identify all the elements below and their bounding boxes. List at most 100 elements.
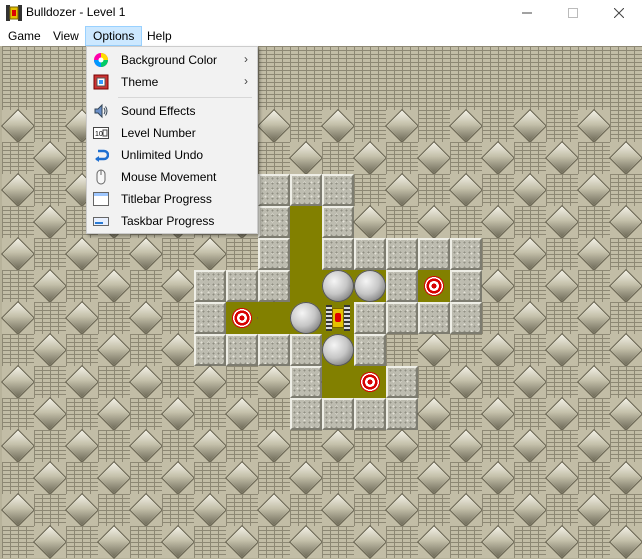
minimize-button[interactable]	[504, 0, 550, 26]
background-diamond-tile	[162, 462, 194, 494]
background-brick-tile	[546, 238, 578, 270]
background-diamond-tile	[34, 462, 66, 494]
background-diamond-tile	[130, 430, 162, 462]
background-diamond-tile	[162, 334, 194, 366]
background-brick-tile	[34, 78, 66, 110]
target-tile	[226, 302, 258, 334]
background-brick-tile	[2, 334, 34, 366]
background-diamond-tile	[578, 174, 610, 206]
options-dropdown-menu: Background Color › Theme › Sound Effects…	[86, 46, 258, 234]
background-diamond-tile	[34, 270, 66, 302]
background-diamond-tile	[226, 398, 258, 430]
close-button[interactable]	[596, 0, 642, 26]
background-brick-tile	[482, 46, 514, 78]
menu-item-sound-effects[interactable]: Sound Effects	[88, 100, 256, 122]
background-diamond-tile	[610, 398, 642, 430]
background-diamond-tile	[546, 526, 578, 558]
menu-item-taskbar-progress[interactable]: Taskbar Progress	[88, 210, 256, 232]
background-diamond-tile	[290, 142, 322, 174]
background-brick-tile	[546, 110, 578, 142]
taskbar-icon	[93, 217, 109, 226]
background-brick-tile	[258, 142, 290, 174]
background-brick-tile	[162, 302, 194, 334]
background-brick-tile	[578, 46, 610, 78]
wall-tile	[418, 302, 450, 334]
background-brick-tile	[354, 494, 386, 526]
background-diamond-tile	[450, 494, 482, 526]
background-brick-tile	[450, 526, 482, 558]
menu-item-mouse-movement[interactable]: Mouse Movement	[88, 166, 256, 188]
background-brick-tile	[162, 238, 194, 270]
background-diamond-tile	[386, 110, 418, 142]
menu-view[interactable]: View	[46, 27, 86, 45]
background-diamond-tile	[226, 526, 258, 558]
menu-item-theme[interactable]: Theme ›	[88, 71, 256, 93]
background-brick-tile	[2, 462, 34, 494]
background-brick-tile	[386, 334, 418, 366]
background-brick-tile	[418, 366, 450, 398]
background-brick-tile	[578, 270, 610, 302]
background-brick-tile	[226, 366, 258, 398]
undo-icon	[95, 149, 109, 162]
rock-boulder	[290, 302, 322, 334]
background-brick-tile	[66, 270, 98, 302]
menu-item-level-number[interactable]: 10 Level Number	[88, 122, 256, 144]
background-brick-tile	[546, 78, 578, 110]
background-brick-tile	[354, 110, 386, 142]
background-diamond-tile	[514, 366, 546, 398]
background-brick-tile	[34, 494, 66, 526]
rock-boulder	[322, 270, 354, 302]
background-diamond-tile	[546, 142, 578, 174]
background-brick-tile	[514, 270, 546, 302]
background-brick-tile	[610, 302, 642, 334]
background-diamond-tile	[546, 270, 578, 302]
background-brick-tile	[482, 494, 514, 526]
background-brick-tile	[514, 142, 546, 174]
background-brick-tile	[2, 398, 34, 430]
background-diamond-tile	[34, 398, 66, 430]
menu-item-unlimited-undo[interactable]: Unlimited Undo	[88, 144, 256, 166]
menu-help[interactable]: Help	[140, 27, 179, 45]
menu-game[interactable]: Game	[1, 27, 48, 45]
floor-tile	[322, 334, 354, 366]
menu-item-background-color[interactable]: Background Color ›	[88, 49, 256, 71]
background-brick-tile	[386, 526, 418, 558]
background-brick-tile	[482, 302, 514, 334]
background-diamond-tile	[482, 206, 514, 238]
wall-tile	[354, 398, 386, 430]
menu-item-titlebar-progress[interactable]: Titlebar Progress	[88, 188, 256, 210]
background-brick-tile	[130, 270, 162, 302]
background-brick-tile	[450, 78, 482, 110]
background-diamond-tile	[66, 238, 98, 270]
background-brick-tile	[66, 334, 98, 366]
background-diamond-tile	[546, 334, 578, 366]
speaker-icon	[94, 103, 108, 119]
menu-item-label: Sound Effects	[121, 104, 196, 118]
background-diamond-tile	[258, 430, 290, 462]
background-brick-tile	[290, 494, 322, 526]
wall-tile	[226, 270, 258, 302]
background-diamond-tile	[162, 526, 194, 558]
wall-tile	[322, 206, 354, 238]
background-brick-tile	[2, 270, 34, 302]
background-diamond-tile	[610, 142, 642, 174]
menu-item-label: Titlebar Progress	[121, 192, 212, 206]
floor-tile	[290, 238, 322, 270]
titlebar-icon	[93, 192, 109, 206]
wall-tile	[450, 270, 482, 302]
background-diamond-tile	[2, 366, 34, 398]
wall-tile	[194, 302, 226, 334]
background-brick-tile	[450, 398, 482, 430]
background-brick-tile	[290, 110, 322, 142]
wall-tile	[258, 334, 290, 366]
menu-options[interactable]: Options	[85, 26, 143, 46]
floor-tile	[322, 302, 354, 334]
wall-tile	[354, 334, 386, 366]
background-diamond-tile	[418, 398, 450, 430]
background-brick-tile	[34, 238, 66, 270]
background-brick-tile	[98, 238, 130, 270]
background-brick-tile	[130, 398, 162, 430]
maximize-button[interactable]	[550, 0, 596, 26]
wall-tile	[450, 238, 482, 270]
background-brick-tile	[450, 46, 482, 78]
